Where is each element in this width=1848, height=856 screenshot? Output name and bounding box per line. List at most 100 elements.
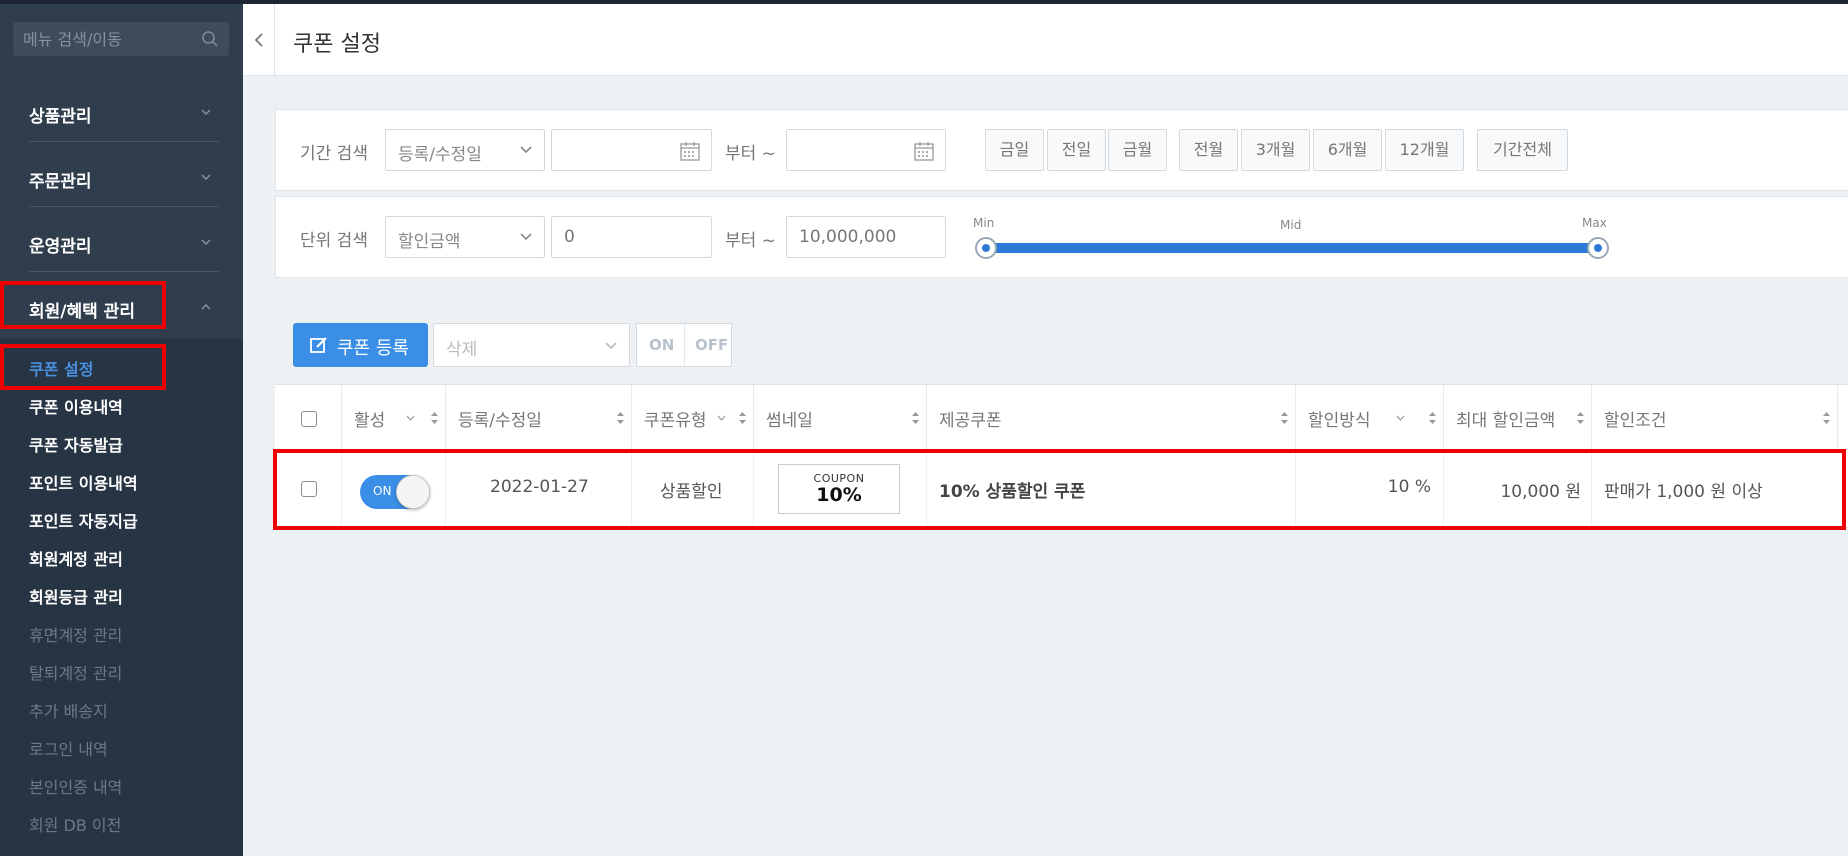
row-date: 2022-01-27 [490, 477, 589, 497]
sidebar-item-db-migration[interactable]: 회원 DB 이전 [29, 812, 121, 836]
header-date[interactable]: 등록/수정일 [446, 385, 632, 451]
sort-icon[interactable] [1822, 411, 1831, 425]
header-active[interactable]: 활성 [342, 385, 446, 451]
bulk-off-button[interactable]: OFF [695, 336, 728, 354]
select-all-checkbox[interactable] [301, 411, 317, 427]
chevron-down-icon [717, 415, 726, 421]
quick-this-month-button[interactable]: 금월 [1108, 129, 1167, 171]
min-value-input[interactable] [551, 216, 712, 258]
chevron-down-icon [520, 233, 532, 241]
sidebar-item-withdrawn[interactable]: 탈퇴계정 관리 [29, 660, 122, 684]
header-coupon-name[interactable]: 제공쿠폰 [927, 385, 1296, 451]
unit-filter-panel: 단위 검색 할인금액 부터 ~ Min Mid Max [275, 196, 1848, 278]
header-label: 할인조건 [1604, 411, 1667, 431]
from-label: 부터 ~ [725, 231, 776, 251]
chevron-down-icon [201, 174, 211, 180]
quick-12-months-button[interactable]: 12개월 [1385, 129, 1464, 171]
divider [29, 271, 219, 272]
sidebar-item-coupon-auto[interactable]: 쿠폰 자동발급 [29, 432, 123, 456]
sidebar-item-member-accounts[interactable]: 회원계정 관리 [29, 546, 123, 570]
menu-group-operation[interactable]: 운영관리 [0, 212, 243, 276]
row-date-cell: 2022-01-27 [446, 450, 632, 528]
sort-icon[interactable] [1280, 411, 1289, 425]
menu-group-order[interactable]: 주문관리 [0, 147, 243, 211]
search-icon[interactable] [201, 30, 219, 48]
quick-6-months-button[interactable]: 6개월 [1313, 129, 1382, 171]
sort-icon[interactable] [1428, 411, 1437, 425]
menu-search-input[interactable] [13, 22, 193, 56]
row-name-cell: 10% 상품할인 쿠폰 [927, 450, 1296, 528]
page-header: 쿠폰 설정 [243, 4, 1848, 76]
period-filter-panel: 기간 검색 등록/수정일 부터 ~ 금일 전일 금월 전월 3개월 6개월 12… [275, 109, 1848, 191]
header-label: 쿠폰유형 [644, 411, 707, 431]
header-condition[interactable]: 할인조건 [1592, 385, 1838, 451]
row-checkbox-cell [275, 450, 342, 528]
bulk-action-select[interactable]: 삭제 [433, 323, 630, 367]
row-type: 상품할인 [660, 482, 723, 502]
register-coupon-button[interactable]: 쿠폰 등록 [293, 323, 428, 367]
sort-icon[interactable] [738, 411, 747, 425]
table-header: 활성 등록/수정일 쿠폰유형 썸네일 제공쿠폰 할인방식 최대 할인금액 할인조… [275, 384, 1848, 451]
range-slider-min-handle[interactable] [975, 237, 997, 259]
menu-group-member[interactable]: 회원/혜택 관리 [0, 277, 243, 341]
quick-last-month-button[interactable]: 전월 [1179, 129, 1238, 171]
sidebar-item-dormant[interactable]: 휴면계정 관리 [29, 622, 122, 646]
sort-icon[interactable] [430, 411, 439, 425]
header-max-discount[interactable]: 최대 할인금액 [1444, 385, 1592, 451]
table-row[interactable]: ON 2022-01-27 상품할인 COUPON 10% 10% 상품할인 쿠… [275, 450, 1848, 528]
header-thumbnail[interactable]: 썸네일 [754, 385, 927, 451]
header-label: 제공쿠폰 [939, 411, 1002, 431]
row-condition-cell: 판매가 1,000 원 이상 [1592, 450, 1848, 528]
edit-icon [310, 337, 327, 353]
row-max-discount: 10,000 원 [1500, 482, 1581, 502]
chevron-up-icon [201, 304, 211, 310]
quick-yesterday-button[interactable]: 전일 [1047, 129, 1106, 171]
row-coupon-name[interactable]: 10% 상품할인 쿠폰 [939, 477, 1085, 502]
collapse-sidebar-button[interactable] [243, 4, 275, 76]
quick-all-period-button[interactable]: 기간전체 [1477, 129, 1568, 171]
sidebar-item-member-grades[interactable]: 회원등급 관리 [29, 584, 123, 608]
sidebar-item-extra-address[interactable]: 추가 배송지 [29, 698, 108, 722]
row-type-cell: 상품할인 [632, 450, 754, 528]
header-discount-method[interactable]: 할인방식 [1296, 385, 1444, 451]
menu-group-label: 운영관리 [29, 237, 92, 257]
slider-mid-label: Mid [1280, 218, 1302, 232]
sort-icon[interactable] [1576, 411, 1585, 425]
max-value-input[interactable] [786, 216, 946, 258]
range-slider-track[interactable] [986, 243, 1598, 253]
menu-group-product[interactable]: 상품관리 [0, 82, 243, 146]
header-checkbox-cell [275, 385, 342, 451]
thumbnail-value: 10% [816, 484, 862, 506]
header-label: 등록/수정일 [458, 411, 542, 431]
quick-today-button[interactable]: 금일 [985, 129, 1044, 171]
row-checkbox[interactable] [301, 481, 317, 497]
row-discount-cell: 10 % [1296, 450, 1444, 528]
menu-group-label: 회원/혜택 관리 [29, 302, 135, 322]
sidebar-item-coupon-history[interactable]: 쿠폰 이용내역 [29, 394, 123, 418]
sort-icon[interactable] [616, 411, 625, 425]
chevron-down-icon [406, 415, 415, 421]
chevron-down-icon [605, 342, 617, 350]
coupon-thumbnail[interactable]: COUPON 10% [778, 464, 900, 514]
bulk-on-button[interactable]: ON [649, 336, 674, 354]
unit-type-select[interactable]: 할인금액 [385, 216, 545, 258]
unit-label: 단위 검색 [300, 231, 368, 251]
bulk-action-value: 삭제 [446, 340, 478, 360]
row-max-discount-cell: 10,000 원 [1444, 450, 1592, 528]
header-type[interactable]: 쿠폰유형 [632, 385, 754, 451]
sidebar-item-point-auto[interactable]: 포인트 자동지급 [29, 508, 138, 532]
register-coupon-label: 쿠폰 등록 [337, 338, 409, 359]
quick-3-months-button[interactable]: 3개월 [1241, 129, 1310, 171]
active-toggle[interactable]: ON [360, 475, 430, 509]
sidebar-item-login-history[interactable]: 로그인 내역 [29, 736, 108, 760]
chevron-down-icon [201, 239, 211, 245]
chevron-down-icon [1396, 415, 1405, 421]
sidebar-item-verification[interactable]: 본인인증 내역 [29, 774, 122, 798]
sidebar-item-point-history[interactable]: 포인트 이용내역 [29, 470, 138, 494]
header-label: 썸네일 [766, 411, 813, 431]
sort-icon[interactable] [911, 411, 920, 425]
sidebar-item-coupon-settings[interactable]: 쿠폰 설정 [29, 356, 93, 380]
range-slider-max-handle[interactable] [1587, 237, 1609, 259]
menu-group-label: 주문관리 [29, 172, 92, 192]
menu-search [13, 22, 229, 56]
